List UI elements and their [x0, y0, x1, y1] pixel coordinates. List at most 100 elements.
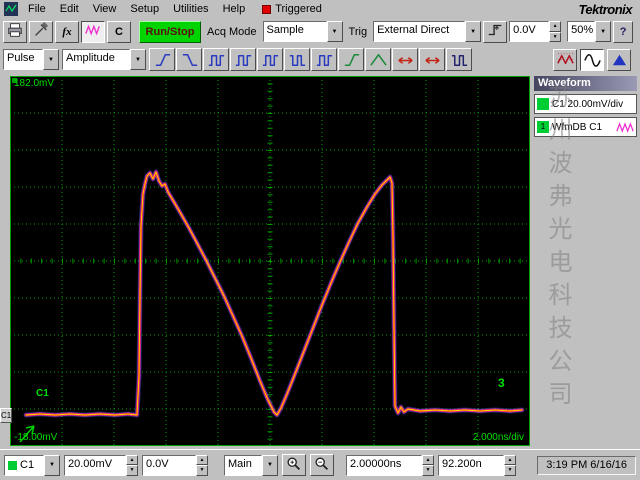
spin-down-icon[interactable]: ▼	[422, 465, 434, 476]
spin-up-icon[interactable]: ▲	[422, 454, 434, 465]
channel-select[interactable]: C1 ▼	[4, 454, 60, 476]
meas-type-select[interactable]: Amplitude ▼	[62, 49, 146, 70]
spin-down-icon[interactable]: ▼	[504, 465, 516, 476]
oscilloscope-window: File Edit View Setup Utilities Help Triggered…	[0, 0, 640, 480]
channel-color-swatch	[8, 460, 17, 470]
menu-bar: File Edit View Setup Utilities Help Triggered…	[0, 0, 640, 18]
spin-up-icon[interactable]: ▲	[196, 454, 208, 465]
app-icon[interactable]	[4, 2, 18, 16]
waveform-panel: Waveform C1 20.00mV/div 1 WfmDB C1	[534, 76, 637, 137]
meas-delay-button[interactable]	[392, 48, 418, 71]
meas-neg-width-button[interactable]	[284, 48, 310, 71]
pink-waveform-icon	[84, 21, 102, 42]
clock-display: 3:19 PM 6/16/16	[537, 455, 636, 475]
acq-mode-label: Acq Mode	[207, 25, 257, 38]
timebase-select[interactable]: Main ▼	[224, 454, 278, 476]
meas-category-select[interactable]: Pulse ▼	[3, 49, 59, 70]
tools-icon	[32, 21, 50, 42]
cursor-button[interactable]: C	[107, 20, 131, 43]
wfm-database-display-button[interactable]	[553, 48, 577, 71]
pink-waveform-icon	[616, 121, 634, 134]
spin-down-icon[interactable]: ▼	[126, 465, 138, 476]
acq-mode-select[interactable]: Sample ▼	[262, 21, 343, 42]
vertical-bottom-label: -18.00mV	[14, 432, 58, 443]
run-stop-button[interactable]: Run/Stop	[139, 20, 201, 43]
meas-duty-cycle-button[interactable]	[311, 48, 337, 71]
chevron-down-icon[interactable]: ▼	[595, 21, 612, 42]
meas-rise-time-button[interactable]	[149, 48, 175, 71]
scope-trace	[10, 76, 530, 446]
meas-pos-width-button[interactable]	[257, 48, 283, 71]
trigger-source-select[interactable]: External Direct ▼	[373, 21, 482, 42]
chevron-down-icon[interactable]: ▼	[43, 49, 59, 70]
waveform-row-label: C1 20.00mV/div	[552, 98, 624, 110]
fx-icon: fx	[62, 25, 72, 38]
meas-fall-time-button[interactable]	[176, 48, 202, 71]
vector-trace-display-button[interactable]	[580, 48, 604, 71]
menu-item-file[interactable]: File	[21, 2, 53, 16]
spin-down-icon[interactable]: ▼	[549, 31, 562, 42]
waveform-database-button[interactable]	[81, 20, 105, 43]
meas-jitter-button[interactable]	[446, 48, 472, 71]
chevron-down-icon[interactable]: ▼	[44, 454, 60, 476]
zoom-out-button[interactable]	[310, 454, 334, 476]
trigger-led-icon	[262, 4, 272, 14]
menu-item-view[interactable]: View	[86, 2, 124, 16]
math-fx-button[interactable]: fx	[55, 20, 79, 43]
channel-color-swatch	[537, 98, 549, 110]
horizontal-reference-spin[interactable]: 92.200n ▲ ▼	[438, 454, 516, 476]
zoom-in-button[interactable]	[282, 454, 306, 476]
meas-period-button[interactable]	[203, 48, 229, 71]
trigger-slope-button[interactable]	[483, 20, 508, 43]
horizontal-scale-spin[interactable]: 2.00000ns ▲ ▼	[346, 454, 434, 476]
spin-down-icon[interactable]: ▼	[196, 465, 208, 476]
vertical-top-label: 182.0mV	[14, 78, 55, 89]
help-icon: ?	[619, 25, 627, 38]
tektronix-logo: Tektronix	[578, 1, 632, 17]
meas-pos-cross-button[interactable]	[338, 48, 364, 71]
histogram-display-button[interactable]	[607, 48, 631, 71]
waveform-row-label: WfmDB C1	[552, 121, 602, 133]
menu-items: File Edit View Setup Utilities Help	[21, 3, 252, 15]
menu-item-edit[interactable]: Edit	[53, 2, 86, 16]
display-area: 182.0mV -18.00mV 2.000ns/div C1 3 C1 Wav…	[0, 74, 640, 448]
magnifier-icon	[313, 455, 331, 476]
channel-color-swatch: 1	[537, 121, 549, 133]
menu-item-setup[interactable]: Setup	[123, 2, 166, 16]
status-bar: C1 ▼ 20.00mV ▲ ▼ 0.0V ▲ ▼ Main ▼ 2.00000…	[0, 449, 640, 480]
display-mode-buttons	[553, 48, 631, 71]
graticule: 182.0mV -18.00mV 2.000ns/div C1 3	[10, 76, 530, 446]
measurement-toolbar: Pulse ▼ Amplitude ▼	[0, 45, 640, 74]
chevron-down-icon[interactable]: ▼	[130, 49, 146, 70]
waveform-row-c1[interactable]: C1 20.00mV/div	[534, 94, 637, 114]
trig-label: Trig	[348, 25, 368, 38]
print-button[interactable]	[3, 20, 27, 43]
waveform-panel-header: Waveform	[534, 76, 637, 91]
rising-edge-icon	[486, 21, 504, 42]
meas-buttons	[149, 48, 472, 71]
display-zoom-select[interactable]: 50% ▼	[567, 21, 612, 42]
trigger-status: Triggered	[275, 3, 322, 15]
waveform-panel-rows: C1 20.00mV/div 1 WfmDB C1	[534, 94, 637, 137]
trigger-number-annotation: 3	[498, 376, 505, 390]
spin-up-icon[interactable]: ▲	[126, 454, 138, 465]
trigger-level-spin[interactable]: 0.0V ▲ ▼	[509, 21, 562, 42]
chevron-down-icon[interactable]: ▼	[465, 21, 482, 42]
spin-up-icon[interactable]: ▲	[504, 454, 516, 465]
spin-up-icon[interactable]: ▲	[549, 21, 562, 32]
meas-ramp-button[interactable]	[365, 48, 391, 71]
chevron-down-icon[interactable]: ▼	[326, 21, 343, 42]
menu-item-utilities[interactable]: Utilities	[166, 2, 215, 16]
waveform-row-wfmdb[interactable]: 1 WfmDB C1	[534, 117, 637, 137]
menu-item-help[interactable]: Help	[216, 2, 253, 16]
cursor-c-label: C	[115, 25, 123, 38]
vertical-scale-spin[interactable]: 20.00mV ▲ ▼	[64, 454, 138, 476]
context-help-button[interactable]: ?	[613, 20, 634, 43]
magnifier-plus-icon	[285, 455, 303, 476]
vertical-offset-spin[interactable]: 0.0V ▲ ▼	[142, 454, 208, 476]
channel-position-marker[interactable]: C1	[0, 408, 12, 423]
utilities-button[interactable]	[29, 20, 53, 43]
chevron-down-icon[interactable]: ▼	[262, 454, 278, 476]
meas-frequency-button[interactable]	[230, 48, 256, 71]
meas-phase-button[interactable]	[419, 48, 445, 71]
